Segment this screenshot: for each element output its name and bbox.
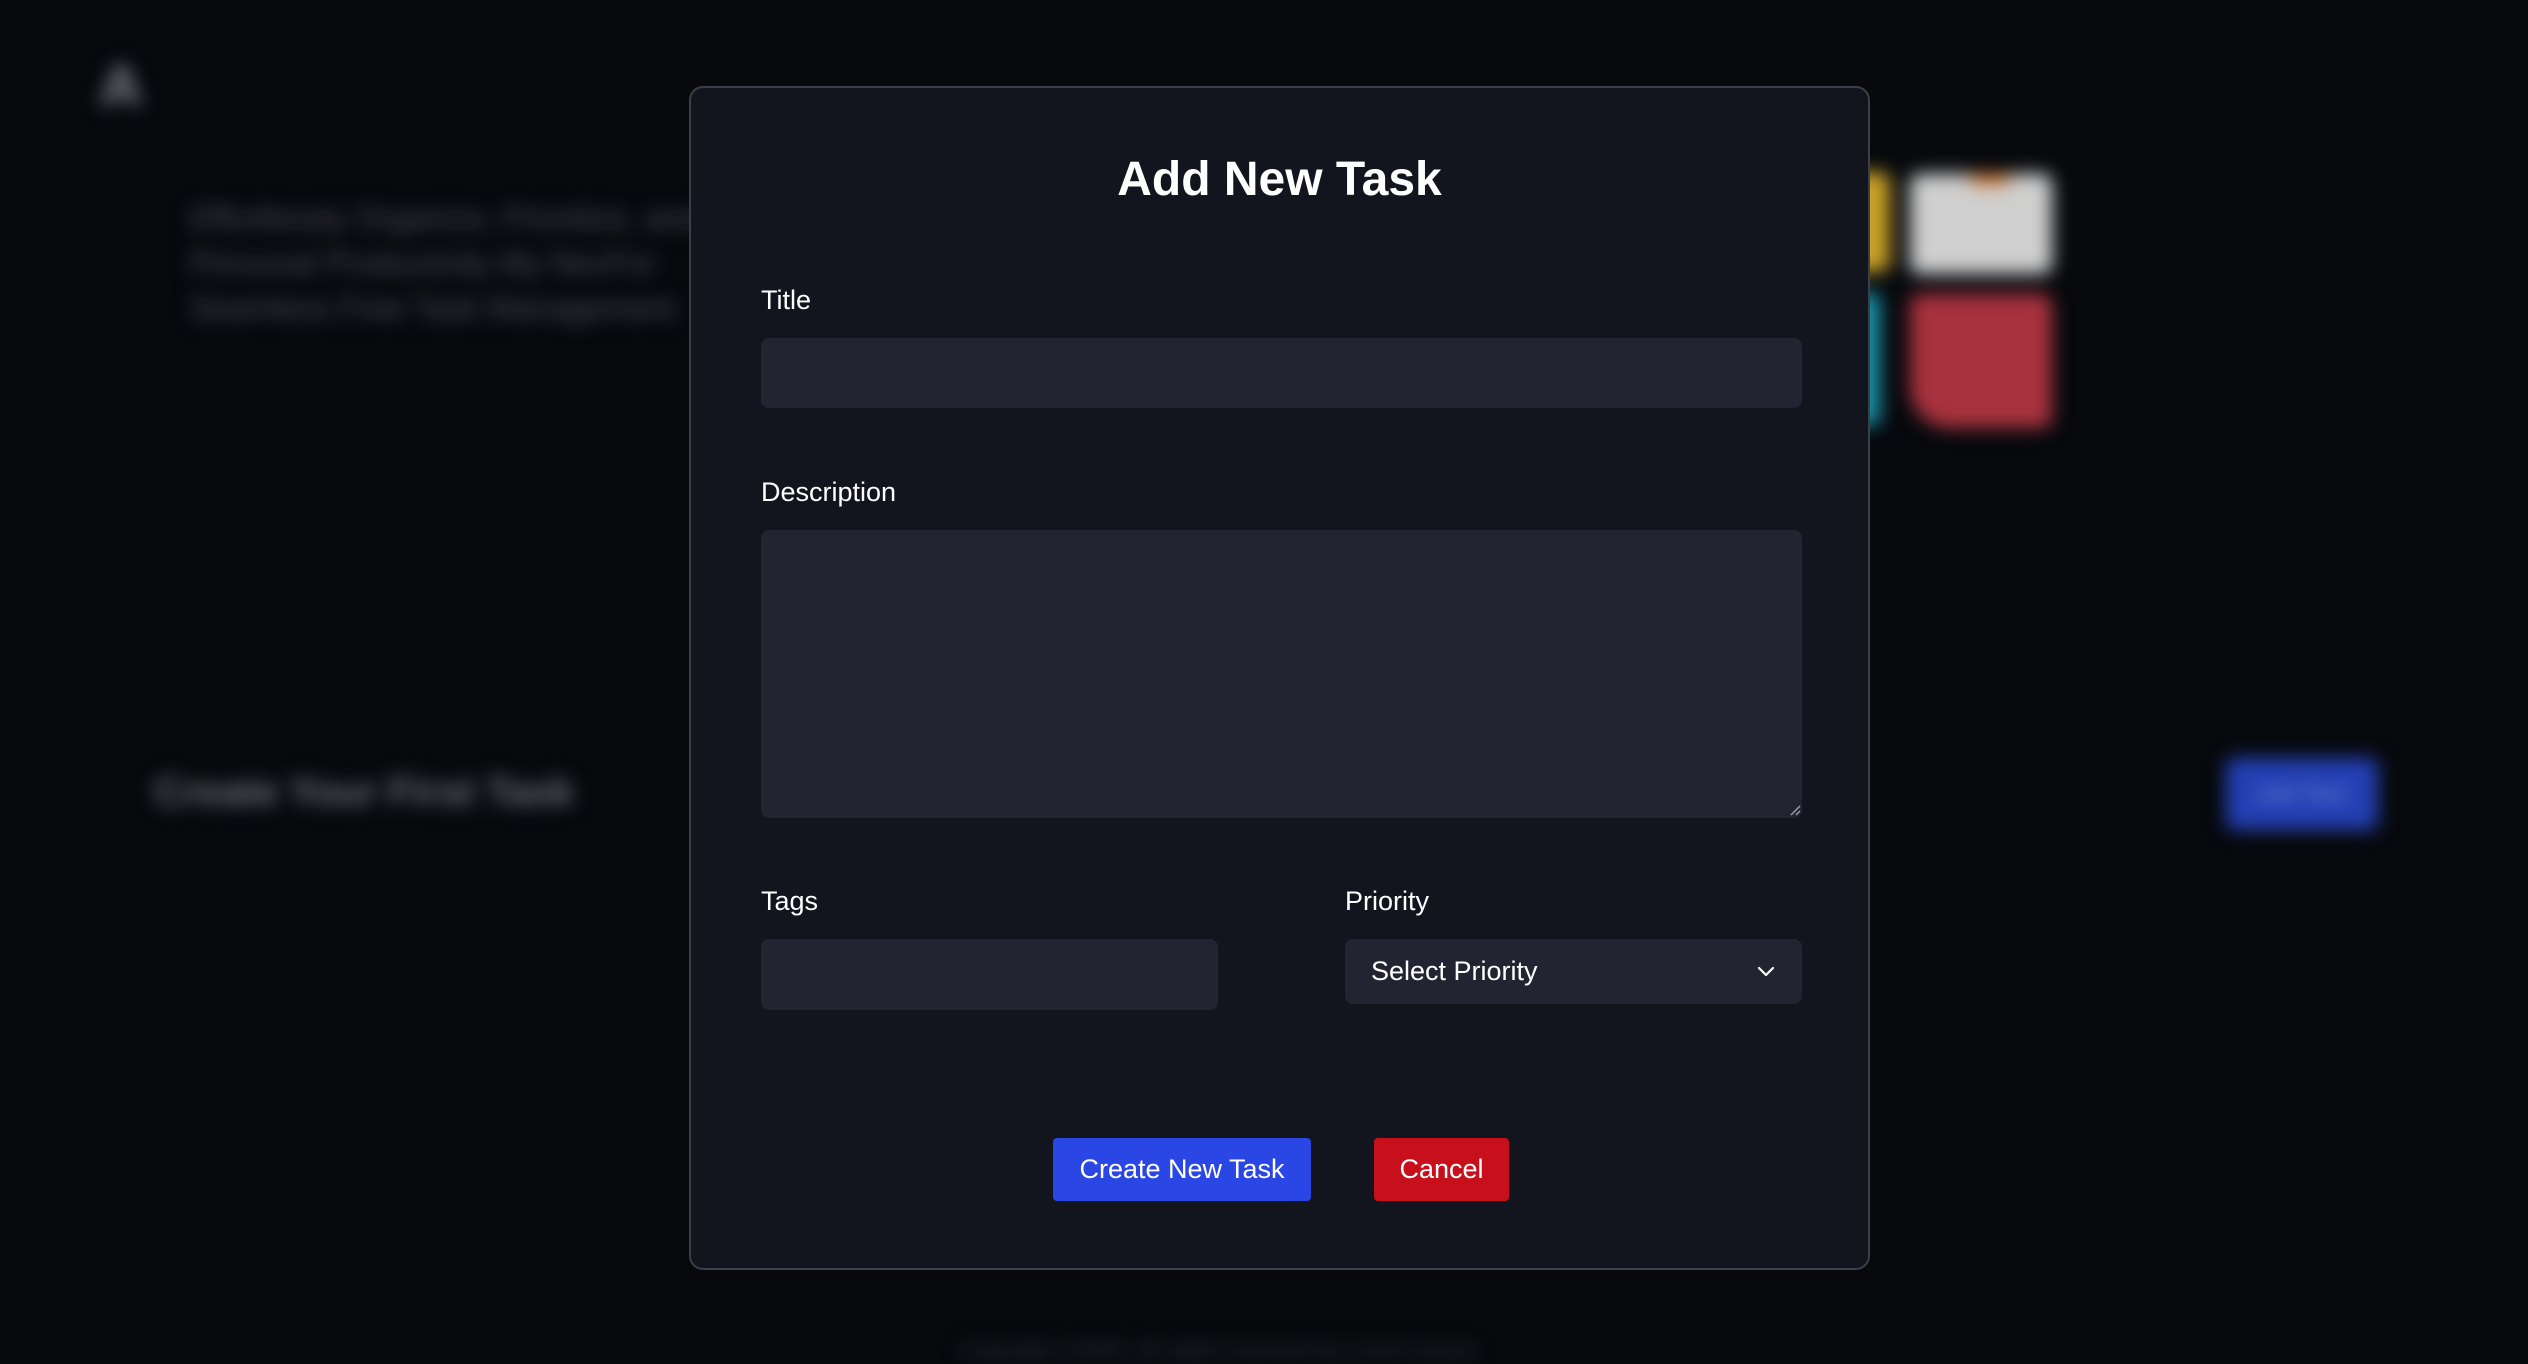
hero-image-tile [1910, 174, 2052, 274]
footer-text: Copyright ©2025. All rights reserved by … [960, 1338, 1477, 1363]
tags-input[interactable] [761, 939, 1218, 1010]
resize-grip-icon[interactable] [1789, 804, 1801, 816]
cancel-button[interactable]: Cancel [1374, 1138, 1509, 1201]
add-task-button: Add Task [2226, 758, 2378, 830]
add-task-modal: Add New Task Title Description Tags Prio… [689, 86, 1870, 1270]
priority-select[interactable]: Select Priority [1345, 939, 1802, 1004]
create-task-button[interactable]: Create New Task [1053, 1138, 1311, 1201]
priority-label: Priority [1345, 886, 1430, 916]
tags-label: Tags [761, 886, 819, 916]
modal-title: Add New Task [1117, 153, 1442, 206]
description-label: Description [761, 477, 897, 507]
hero-image-tile [1910, 294, 2052, 428]
title-input[interactable] [761, 338, 1802, 408]
first-task-heading: Create Your First Task [154, 770, 575, 814]
hero-text: Effortlessly Organize, Prioritize, and P… [190, 200, 699, 326]
app-logo-icon: A [100, 55, 142, 118]
priority-select-value: Select Priority [1371, 956, 1538, 986]
description-textarea[interactable] [761, 530, 1802, 818]
title-label: Title [761, 285, 812, 315]
chevron-down-icon [1757, 966, 1775, 976]
